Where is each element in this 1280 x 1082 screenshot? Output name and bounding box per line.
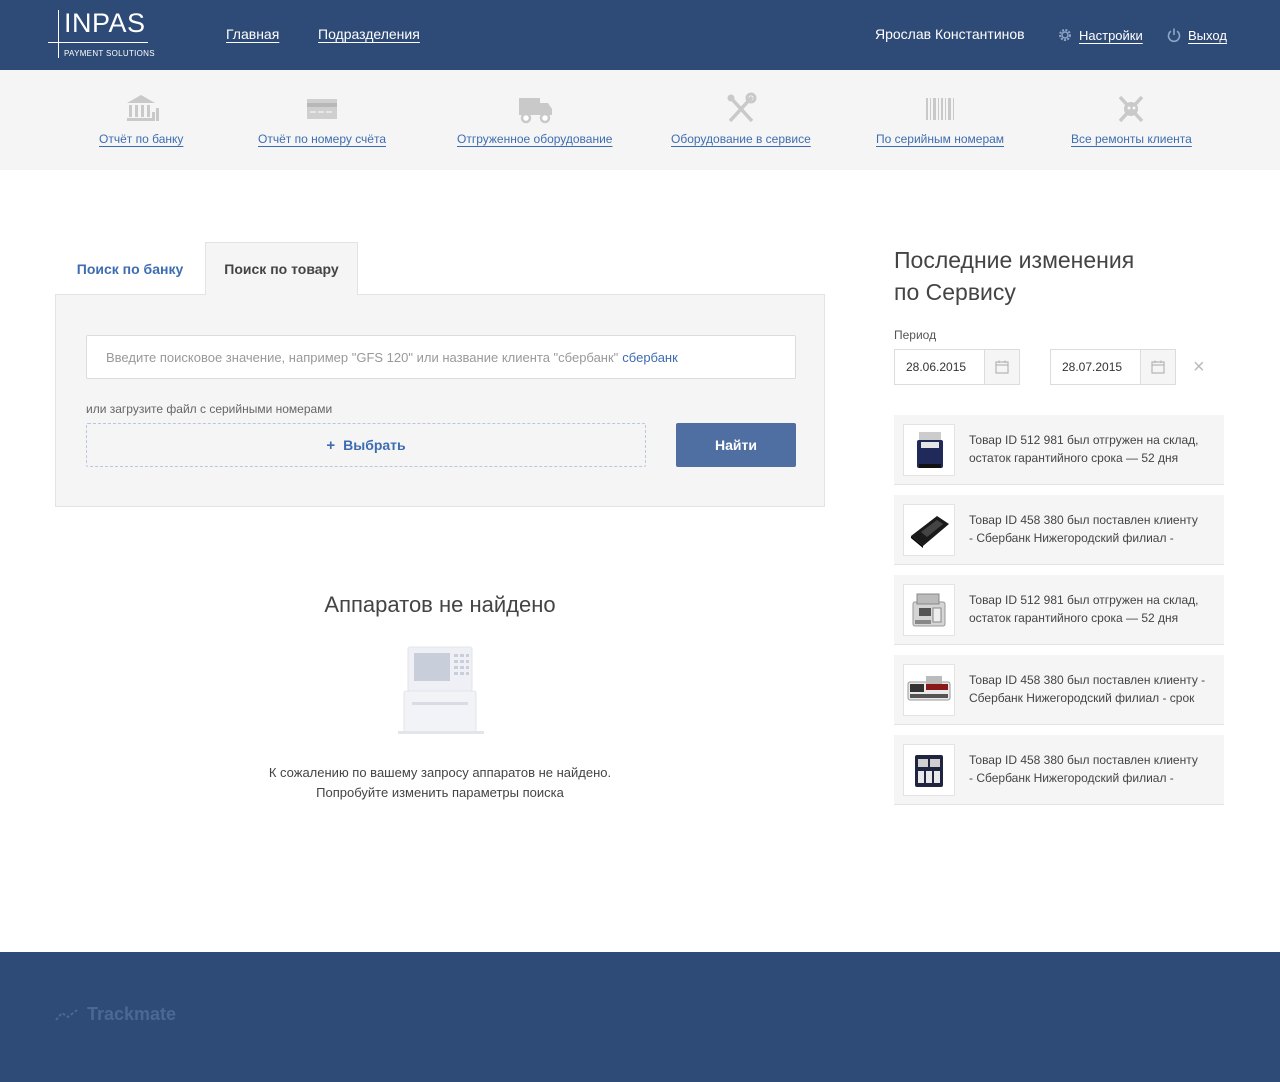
feed-text: Товар ID 512 981 был отгружен на склад, … [969,431,1219,467]
barcode-icon [926,98,955,120]
counter-device-icon [917,432,943,468]
toolbar-item-shipped-equipment[interactable]: Отгруженное оборудование [457,92,612,146]
multipocket-device-icon [915,755,943,787]
feed-thumb [903,664,955,716]
choose-file-label: Выбрать [343,437,406,453]
truck-icon [518,98,552,124]
bank-icon [127,95,160,121]
calendar-icon [995,360,1009,374]
card-icon [307,99,337,119]
toolbar-label: Отгруженное оборудование [457,132,613,146]
feed-item[interactable]: Товар ID 458 380 был поставлен клиенту -… [894,495,1224,565]
feed-text: Товар ID 458 380 был поставлен клиенту -… [969,671,1219,707]
inpas-logo[interactable]: INPAS PAYMENT SOLUTIONS [48,8,158,60]
feed-text-line2: - Сбербанк Нижегородский филиал - [969,771,1174,785]
footer-brand[interactable]: Trackmate [55,1004,176,1025]
sidebar-title-line1: Последние изменения [894,247,1135,273]
toolbar-label: По серийным номерам [876,132,1005,146]
toolbar-label: Отчёт по номеру счёта [258,132,387,146]
search-input[interactable]: Введите поисковое значение, например "GF… [86,335,796,379]
feed-item[interactable]: Товар ID 458 380 был поставлен клиенту -… [894,655,1224,725]
feed-text-line1: Товар ID 512 981 был отгружен на склад, [969,433,1199,447]
settings-label: Настройки [1079,27,1143,43]
date-to-input[interactable]: 28.07.2015 [1051,350,1140,384]
nav-link-home[interactable]: Главная [226,26,279,42]
date-from-input[interactable]: 28.06.2015 [895,350,984,384]
feed-thumb [903,424,955,476]
logo-vertical-line [58,10,59,58]
logo-horizontal-line [48,42,148,43]
logo-subtitle: PAYMENT SOLUTIONS [64,49,155,58]
file-dropzone[interactable]: + Выбрать [86,423,646,467]
feed-thumb [903,504,955,556]
feed-text-line2: остаток гарантийного срока — 52 дня [969,611,1179,625]
feed-text-line1: Товар ID 458 380 был поставлен клиенту [969,753,1198,767]
gear-icon [1059,29,1071,41]
find-button[interactable]: Найти [676,423,796,467]
repair-icon [1119,95,1144,123]
toolbar-label: Отчёт по банку [99,132,184,146]
nav-link-departments[interactable]: Подразделения [318,26,420,42]
tab-search-by-bank[interactable]: Поиск по банку [55,242,205,295]
feed-text-line2: Сбербанк Нижегородский филиал - срок [969,691,1195,705]
feed-thumb [903,744,955,796]
empty-message-line1: К сожалению по вашему запросу аппаратов … [268,765,612,780]
upload-hint: или загрузите файл с серийными номерами [86,402,333,416]
feed-text-line2: остаток гарантийного срока — 52 дня [969,451,1179,465]
date-to-field: 28.07.2015 [1050,349,1176,385]
sidebar-title: Последние изменения по Сервису [894,244,1224,308]
period-label: Период [894,328,937,342]
tab-search-by-goods[interactable]: Поиск по товару [205,242,358,295]
feed-text: Товар ID 458 380 был поставлен клиенту -… [969,751,1219,787]
date-from-field: 28.06.2015 [894,349,1020,385]
detector-device-icon [907,676,951,701]
feed-text-line2: - Сбербанк Нижегородский филиал - [969,531,1174,545]
empty-state-title: Аппаратов не найдено [324,592,556,617]
page-footer: Trackmate [0,952,1280,1082]
feed-text: Товар ID 458 380 был поставлен клиенту -… [969,511,1219,547]
top-header: INPAS PAYMENT SOLUTIONS Главная Подразде… [0,0,1280,70]
feed-text: Товар ID 512 981 был отгружен на склад, … [969,591,1219,627]
toolbar-item-equipment-in-service[interactable]: Оборудование в сервисе [671,92,811,146]
power-icon [1167,28,1181,43]
empty-message-line2: Попробуйте изменить параметры поиска [316,785,564,800]
search-placeholder-link[interactable]: сбербанк [622,350,678,365]
logout-label: Выход [1188,27,1227,43]
logout-link[interactable]: Выход [1166,27,1227,43]
terminal-device-icon [911,516,949,548]
user-name: Ярослав Константинов [875,26,1025,42]
settings-link[interactable]: Настройки [1057,27,1143,43]
calendar-icon [1151,360,1165,374]
sorter-device-icon [912,593,946,627]
feed-text-line1: Товар ID 458 380 был поставлен клиенту - [969,673,1206,687]
sidebar-title-line2: по Сервису [894,279,1016,305]
logo-text: INPAS [64,8,146,38]
trackmate-logo-icon [55,1008,78,1021]
feed-item[interactable]: Товар ID 512 981 был отгружен на склад, … [894,415,1224,485]
toolbar-item-serial-numbers[interactable]: По серийным номерам [876,92,1004,146]
toolbar-item-client-repairs[interactable]: Все ремонты клиента [1071,92,1192,146]
feed-text-line1: Товар ID 458 380 был поставлен клиенту [969,513,1198,527]
feed-text-line1: Товар ID 512 981 был отгружен на склад, [969,593,1199,607]
plus-icon: + [326,436,336,454]
clear-period-icon[interactable]: × [1193,357,1205,377]
toolbar-label: Оборудование в сервисе [671,132,811,146]
toolbar-item-bank-report[interactable]: Отчёт по банку [99,92,183,146]
empty-state-message: К сожалению по вашему запросу аппаратов … [55,763,825,803]
date-from-calendar-button[interactable] [984,350,1019,384]
feed-item[interactable]: Товар ID 512 981 был отгружен на склад, … [894,575,1224,645]
toolbar-label: Все ремонты клиента [1071,132,1192,146]
search-panel: Введите поисковое значение, например "GF… [55,294,825,507]
toolbar-item-account-report[interactable]: Отчёт по номеру счёта [258,92,386,146]
feed-item[interactable]: Товар ID 458 380 был поставлен клиенту -… [894,735,1224,805]
footer-brand-label: Trackmate [87,1004,177,1024]
reports-toolbar: Отчёт по банку Отчёт по номеру счёта Отг… [0,70,1280,170]
empty-terminal-illustration [398,646,484,734]
tools-icon [727,92,757,123]
date-to-calendar-button[interactable] [1140,350,1175,384]
feed-thumb [903,584,955,636]
search-placeholder: Введите поисковое значение, например "GF… [106,349,619,365]
